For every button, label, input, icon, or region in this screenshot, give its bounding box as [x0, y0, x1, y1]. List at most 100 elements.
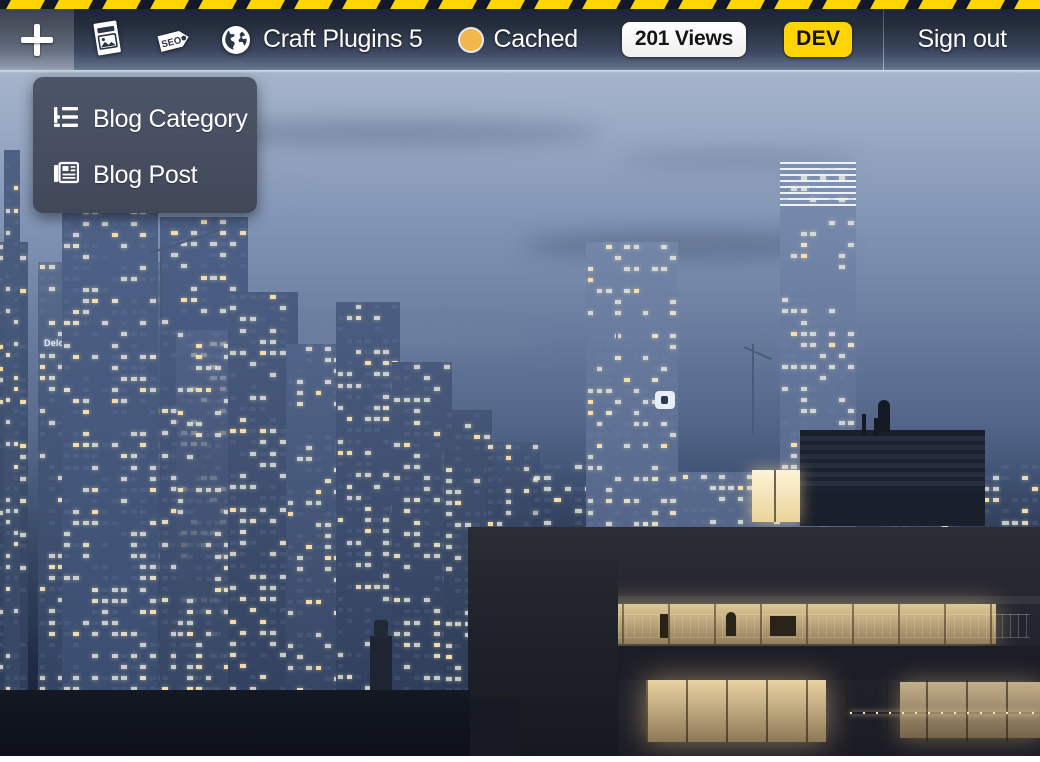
building-window — [239, 231, 246, 236]
building-window — [39, 676, 46, 681]
building-window — [121, 532, 128, 537]
building-window — [587, 256, 594, 261]
building-window — [239, 295, 246, 299]
building-window — [73, 243, 80, 248]
construction-crane-mast — [752, 344, 754, 436]
building-window — [5, 353, 10, 358]
building-window — [140, 443, 147, 448]
building-window — [239, 220, 246, 224]
building-window — [781, 298, 788, 303]
building-window — [455, 545, 462, 549]
cache-status[interactable]: Cached — [434, 9, 589, 70]
building-window — [239, 264, 246, 269]
building-window — [413, 409, 420, 414]
building-window — [433, 431, 440, 436]
building-window — [615, 245, 621, 249]
building-window — [337, 372, 344, 377]
building-window — [791, 365, 797, 369]
building-window — [196, 521, 202, 526]
building-window — [337, 630, 344, 635]
building-window — [670, 300, 676, 305]
building-window — [605, 499, 612, 504]
building-window — [346, 439, 353, 444]
building-window — [296, 380, 303, 384]
building-window — [73, 465, 80, 470]
seo-button[interactable]: SEO — [140, 9, 212, 70]
building-window — [413, 487, 420, 492]
building-window — [13, 242, 18, 247]
building-window — [161, 620, 168, 625]
building-window — [533, 476, 541, 481]
building-window — [392, 305, 398, 309]
building-window — [532, 445, 538, 449]
guide-button[interactable] — [74, 9, 140, 70]
building-window — [364, 450, 371, 455]
building-window — [5, 308, 10, 313]
building-window — [413, 365, 420, 369]
building-window — [0, 632, 4, 637]
building-window — [171, 231, 178, 236]
building-window — [239, 474, 246, 479]
building-window — [186, 399, 193, 404]
building-window — [177, 532, 184, 537]
skyline-spire — [4, 150, 20, 762]
building-window — [355, 428, 362, 433]
building-window — [13, 286, 18, 291]
building-window — [355, 383, 362, 388]
building-window — [239, 317, 246, 322]
building-window — [781, 253, 788, 258]
building-window — [533, 498, 541, 503]
terrace-furniture — [770, 616, 796, 636]
building-window — [140, 665, 147, 670]
building-window — [838, 376, 845, 381]
building-window — [296, 644, 303, 648]
building-window — [73, 543, 80, 548]
building-window — [229, 350, 236, 355]
building-window — [651, 377, 658, 382]
building-window — [92, 620, 99, 625]
views-badge[interactable]: 201 Views — [621, 22, 747, 57]
building-window — [615, 477, 621, 482]
add-entry-button[interactable] — [0, 9, 74, 70]
building-window — [296, 578, 303, 582]
building-window — [423, 398, 430, 403]
building-window — [651, 466, 658, 471]
building-window — [791, 265, 797, 269]
building-window — [5, 442, 10, 447]
building-window — [403, 509, 410, 514]
site-selector[interactable]: Craft Plugins 5 — [212, 9, 434, 70]
building-window — [710, 508, 716, 513]
building-window — [279, 317, 286, 322]
environment-badge[interactable]: DEV — [784, 22, 853, 57]
building-window — [393, 442, 400, 447]
building-window — [205, 676, 212, 681]
building-window — [149, 487, 156, 492]
building-window — [140, 631, 147, 636]
menu-item-blog-post[interactable]: Blog Post — [33, 147, 257, 203]
building-window — [315, 457, 322, 461]
building-window — [838, 331, 845, 336]
building-window — [393, 676, 400, 681]
building-window — [121, 465, 128, 470]
building-window — [92, 498, 99, 503]
building-window — [624, 333, 630, 338]
building-window — [82, 254, 89, 259]
sign-out-button[interactable]: Sign out — [884, 9, 1038, 70]
building-window — [73, 631, 80, 636]
building-window — [5, 375, 10, 380]
menu-item-blog-category[interactable]: Blog Category — [33, 91, 257, 147]
building-window — [48, 376, 55, 381]
building-window — [229, 641, 236, 646]
building-window — [324, 446, 331, 450]
building-window — [337, 316, 344, 321]
building-window — [633, 410, 640, 415]
building-window — [445, 501, 452, 505]
building-window — [496, 456, 502, 461]
building-window — [346, 563, 353, 568]
building-window — [269, 485, 276, 490]
building-window — [229, 295, 236, 299]
building-window — [393, 398, 400, 403]
building-window — [445, 490, 452, 494]
building-window — [177, 609, 184, 614]
building-window — [633, 477, 640, 482]
